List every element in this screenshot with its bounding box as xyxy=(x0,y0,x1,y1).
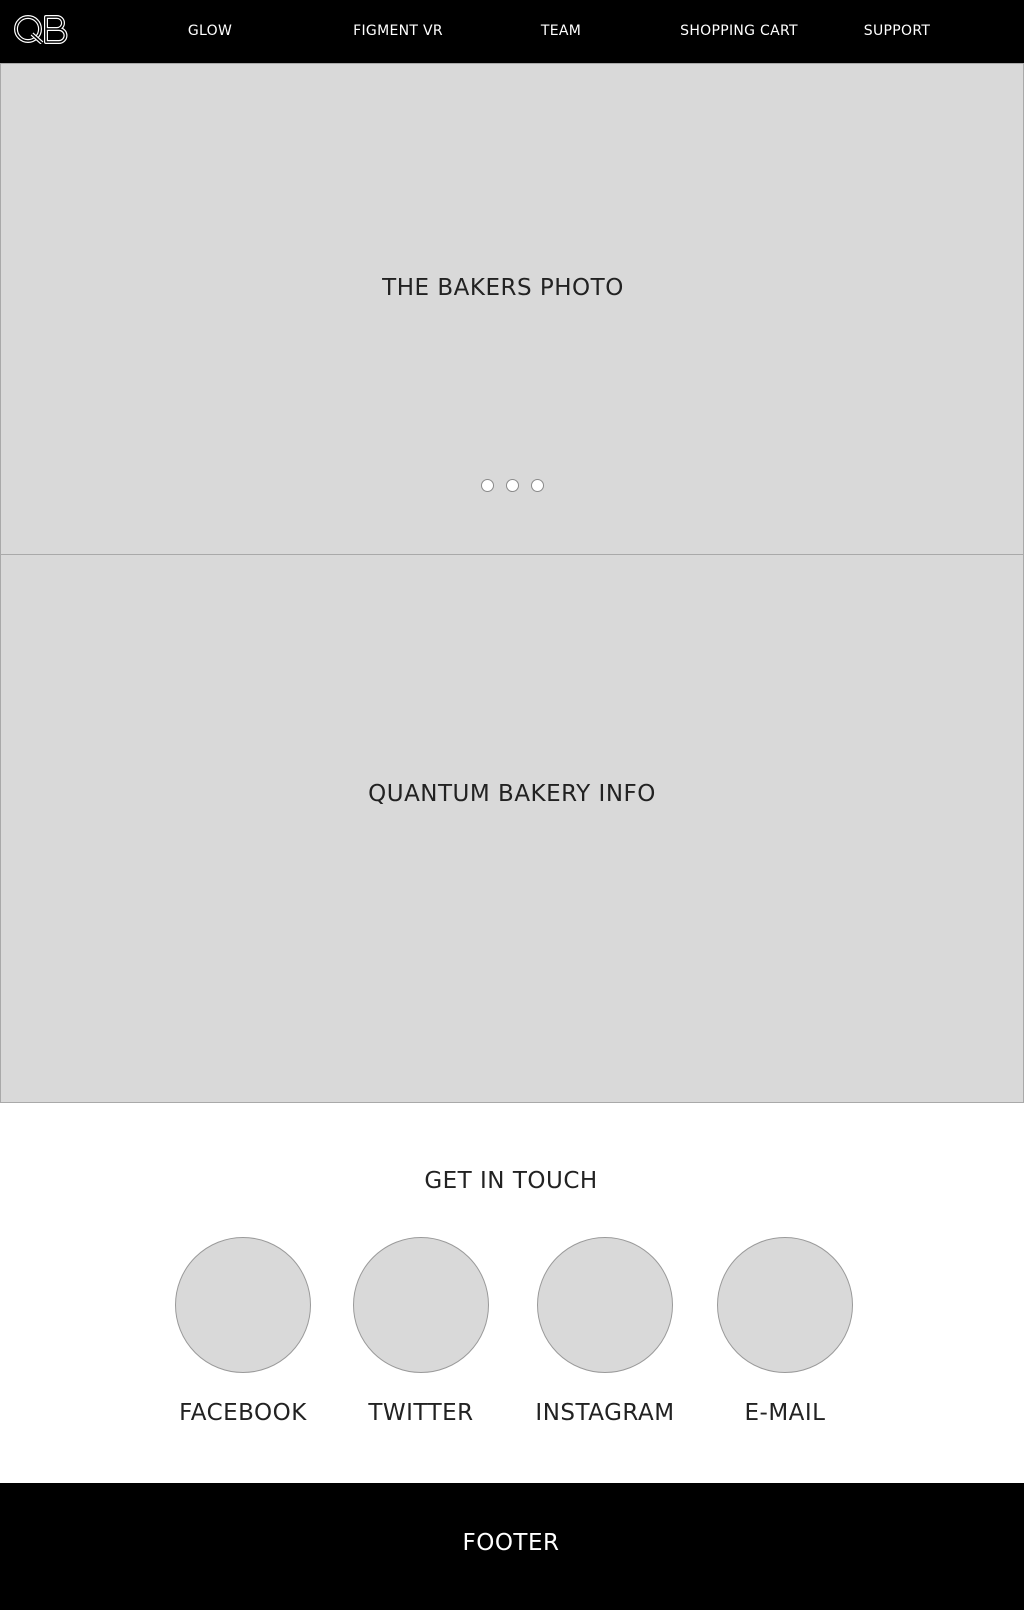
nav-item-shopping-cart[interactable]: SHOPPING CART xyxy=(680,21,798,41)
nav-item-figment-vr[interactable]: FIGMENT VR xyxy=(353,21,443,41)
qb-logo[interactable] xyxy=(14,14,68,45)
twitter-link[interactable]: TWITTER xyxy=(353,1237,489,1426)
facebook-label: FACEBOOK xyxy=(179,1400,307,1426)
email-label: E-MAIL xyxy=(744,1400,826,1426)
carousel-dot-1[interactable] xyxy=(481,479,494,492)
nav-item-support[interactable]: SUPPORT xyxy=(864,21,930,41)
nav-item-team[interactable]: TEAM xyxy=(541,21,581,41)
twitter-label: TWITTER xyxy=(368,1400,474,1426)
qb-logo-icon xyxy=(14,15,68,45)
hero-carousel: THE BAKERS PHOTO xyxy=(0,63,1024,555)
twitter-icon xyxy=(353,1237,489,1373)
info-title: QUANTUM BAKERY INFO xyxy=(368,781,656,807)
carousel-dots xyxy=(481,479,551,493)
carousel-dot-2[interactable] xyxy=(506,479,519,492)
nav-item-glow[interactable]: GLOW xyxy=(188,21,232,41)
footer: FOOTER xyxy=(0,1483,1024,1610)
page: GLOW FIGMENT VR TEAM SHOPPING CART SUPPO… xyxy=(0,0,1024,1610)
email-icon xyxy=(717,1237,853,1373)
instagram-link[interactable]: INSTAGRAM xyxy=(535,1237,674,1426)
hero-title: THE BAKERS PHOTO xyxy=(382,275,624,301)
instagram-label: INSTAGRAM xyxy=(535,1400,675,1426)
facebook-link[interactable]: FACEBOOK xyxy=(175,1237,311,1426)
instagram-icon xyxy=(537,1237,673,1373)
bakery-info-section: QUANTUM BAKERY INFO xyxy=(0,554,1024,1103)
top-navbar: GLOW FIGMENT VR TEAM SHOPPING CART SUPPO… xyxy=(0,0,1024,63)
footer-label: FOOTER xyxy=(462,1530,560,1556)
contact-title: GET IN TOUCH xyxy=(424,1168,598,1194)
email-link[interactable]: E-MAIL xyxy=(717,1237,853,1426)
facebook-icon xyxy=(175,1237,311,1373)
carousel-dot-3[interactable] xyxy=(531,479,544,492)
